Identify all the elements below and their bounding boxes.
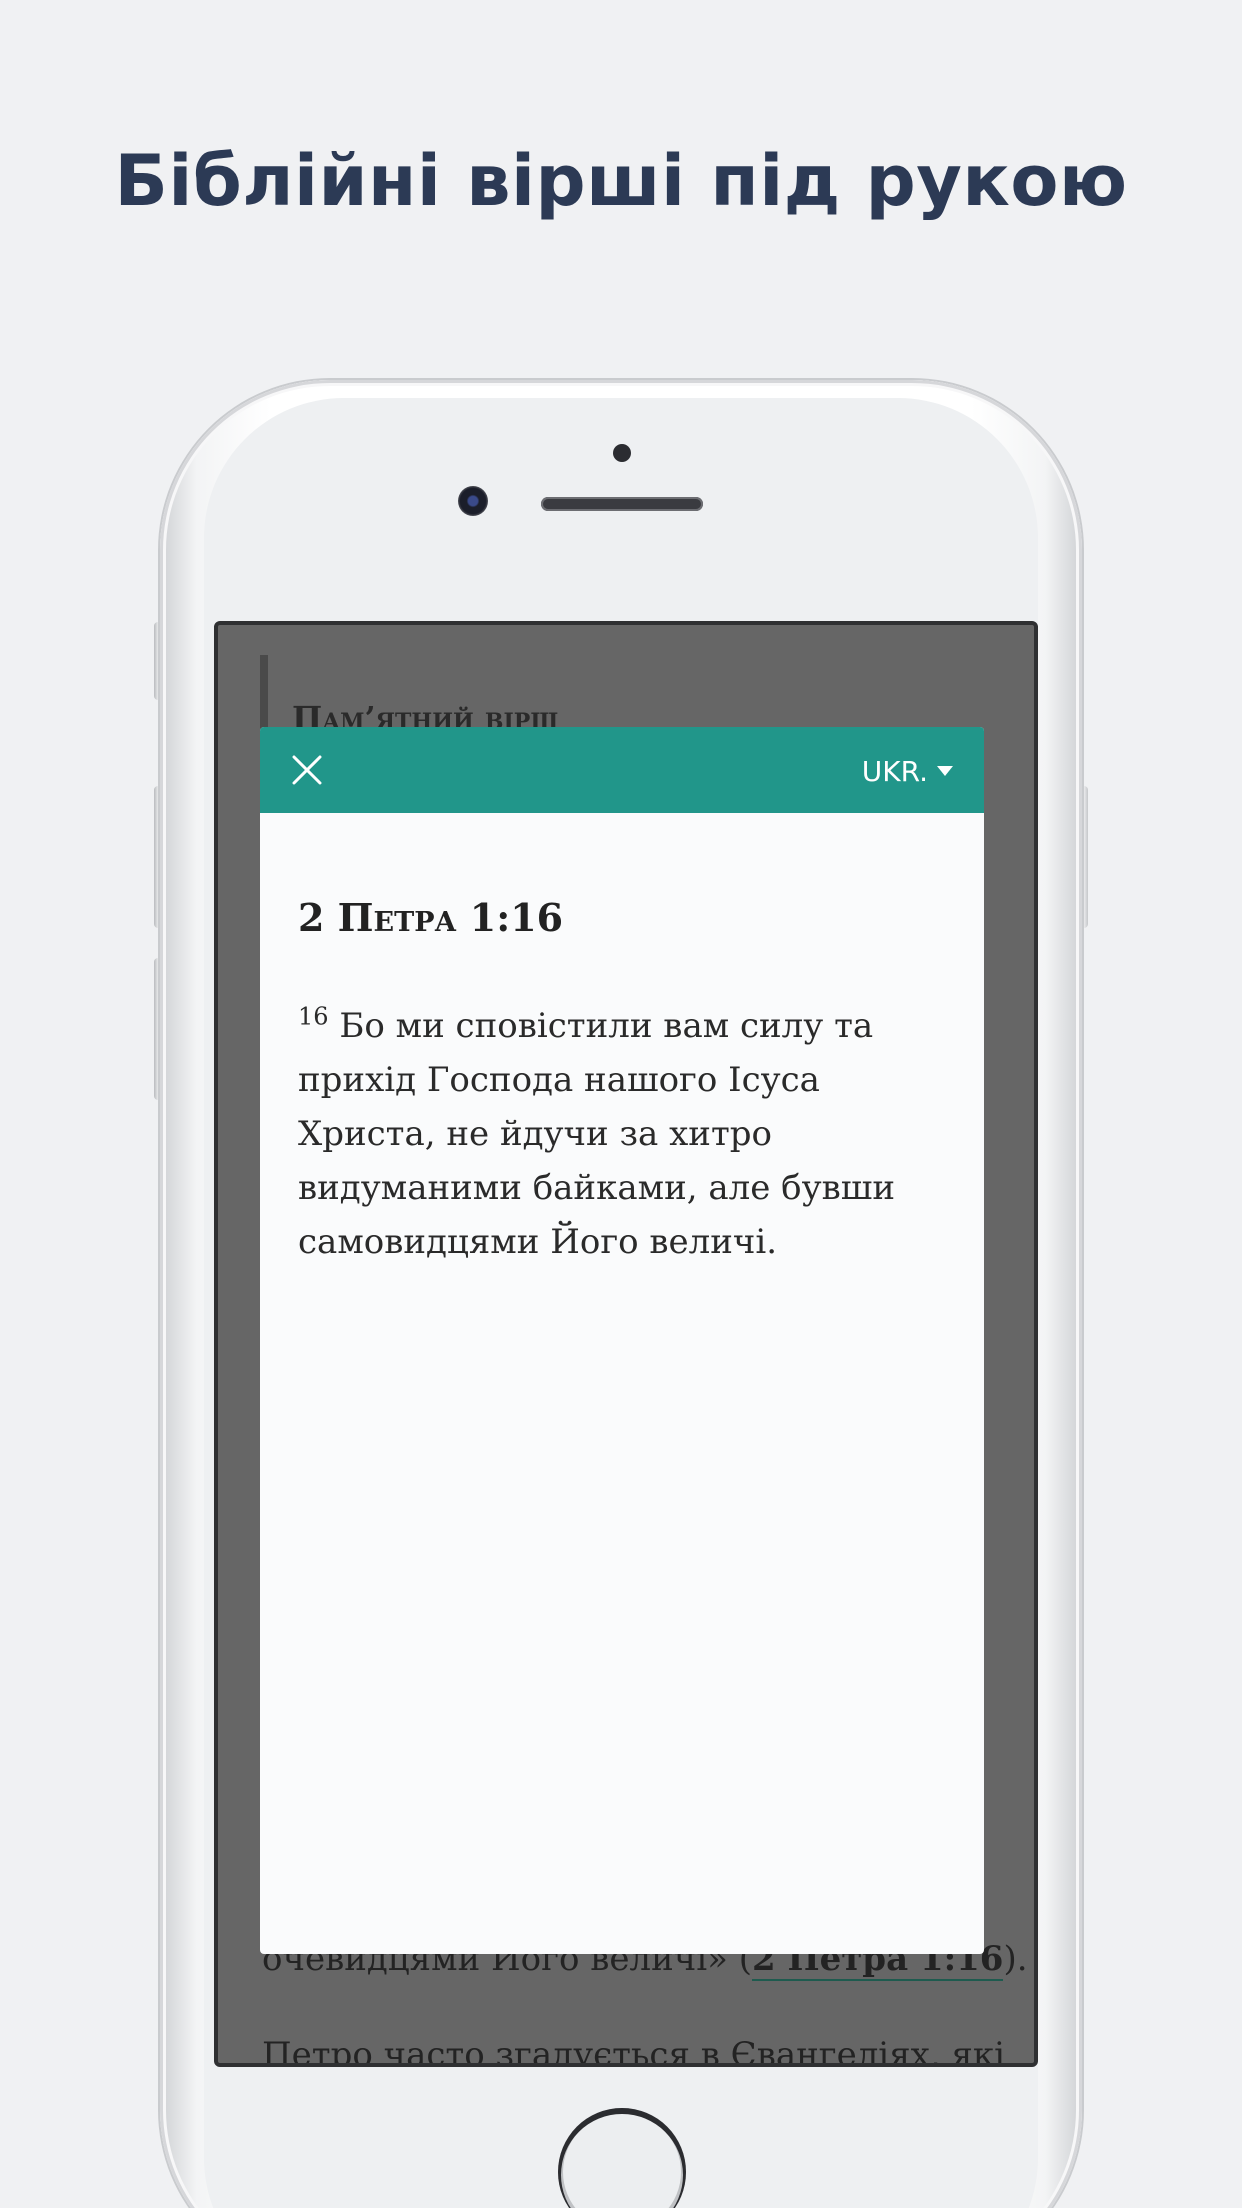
language-selector[interactable]: UKR. (862, 751, 954, 791)
popup-header: UKR. (260, 727, 984, 813)
proximity-sensor (613, 444, 631, 462)
verse-text: 16 Бо ми сповістили вам силу та прихід Г… (298, 999, 938, 1269)
background-text-end: ). (1003, 1939, 1028, 1979)
page-headline: Біблійні вірші під рукою (114, 140, 1128, 222)
verse-reference-title: 2 Петра 1:16 (298, 895, 564, 940)
language-label: UKR. (861, 754, 928, 788)
verse-popup: UKR. 2 Петра 1:16 16 Бо ми сповістили ва… (260, 727, 984, 1954)
verse-body: Бо ми сповістили вам силу та прихід Госп… (298, 1006, 896, 1262)
close-button[interactable] (284, 747, 330, 793)
verse-number: 16 (298, 1002, 329, 1031)
background-paragraph-line-2: Петро часто згадується в Євангеліях, які (262, 2035, 1005, 2067)
front-camera-icon (458, 486, 488, 516)
earpiece-speaker (541, 497, 703, 511)
close-icon (292, 755, 322, 785)
caret-down-icon (937, 766, 953, 776)
